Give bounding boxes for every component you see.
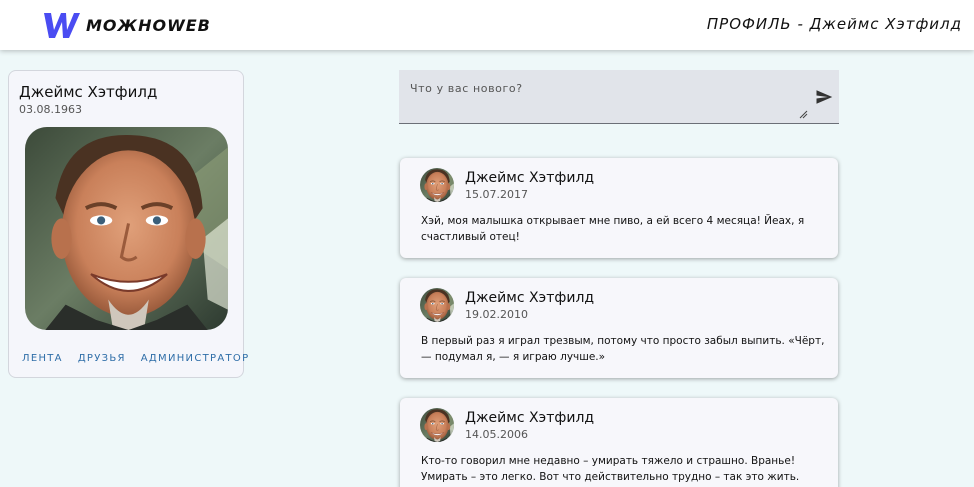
- logo-text: МОЖНОWEB: [86, 15, 211, 35]
- profile-link-admin[interactable]: АДМИНИСТРАТОР: [141, 353, 250, 364]
- send-icon[interactable]: [815, 88, 833, 106]
- post-card: Джеймс Хэтфилд 15.07.2017 Хэй, моя малыш…: [400, 158, 838, 258]
- post-text: В первый раз я играл трезвым, потому что…: [421, 335, 825, 363]
- post-card: Джеймс Хэтфилд 19.02.2010 В первый раз я…: [400, 278, 838, 378]
- post-text: Кто-то говорил мне недавно – умирать тяж…: [421, 455, 800, 483]
- post-author[interactable]: Джеймс Хэтфилд: [465, 170, 594, 186]
- avatar[interactable]: [420, 288, 454, 322]
- profile-card: Джеймс Хэтфилд 03.08.1963 ЛЕНТА ДРУЗЬЯ А…: [8, 70, 248, 378]
- avatar[interactable]: [420, 408, 454, 442]
- profile-birth-date: 03.08.1963: [19, 103, 82, 116]
- profile-link-feed[interactable]: ЛЕНТА: [22, 353, 63, 364]
- post-composer: [399, 70, 839, 124]
- resize-grip-icon[interactable]: [799, 110, 808, 119]
- post-text: Хэй, моя малышка открывает мне пиво, а е…: [421, 215, 805, 243]
- profile-photo: [25, 127, 228, 330]
- post-date: 19.02.2010: [465, 308, 528, 321]
- post-author[interactable]: Джеймс Хэтфилд: [465, 290, 594, 306]
- site-logo[interactable]: МОЖНОWEB: [42, 10, 211, 40]
- post-card: Джеймс Хэтфилд 14.05.2006 Кто-то говорил…: [400, 398, 838, 487]
- new-post-input[interactable]: [399, 70, 807, 124]
- top-bar: МОЖНОWEB ПРОФИЛЬ - Джеймс Хэтфилд: [0, 0, 974, 50]
- post-author[interactable]: Джеймс Хэтфилд: [465, 410, 594, 426]
- profile-link-friends[interactable]: ДРУЗЬЯ: [78, 353, 126, 364]
- post-date: 14.05.2006: [465, 428, 528, 441]
- profile-name: Джеймс Хэтфилд: [19, 83, 158, 101]
- post-date: 15.07.2017: [465, 188, 528, 201]
- logo-w-icon: [44, 13, 80, 38]
- profile-links: ЛЕНТА ДРУЗЬЯ АДМИНИСТРАТОР: [22, 353, 249, 364]
- avatar[interactable]: [420, 168, 454, 202]
- page-title: ПРОФИЛЬ - Джеймс Хэтфилд: [706, 15, 962, 33]
